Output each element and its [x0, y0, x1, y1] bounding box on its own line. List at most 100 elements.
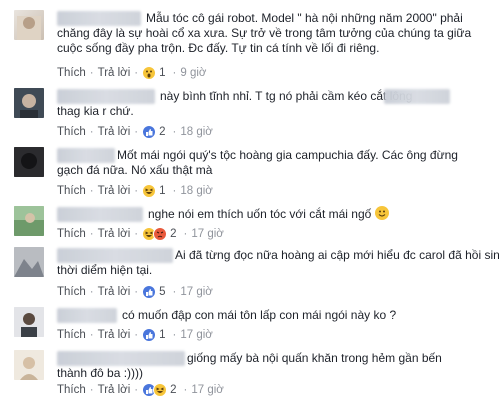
reply-button[interactable]: Trả lời	[98, 383, 131, 397]
comment-actions: Thích · Trả lời · 1 · 9 giờ	[57, 66, 206, 80]
comment-actions: Thích · Trả lời · 2 · 17 giờ	[57, 227, 224, 241]
comment-text: thag kia r chứ.	[57, 104, 134, 118]
avatar[interactable]	[14, 350, 44, 380]
timestamp[interactable]: 17 giờ	[191, 227, 223, 241]
separator: ·	[172, 126, 177, 138]
comment-text: gạch đá nữa. Nó xấu thật mà	[57, 163, 213, 177]
separator: ·	[134, 185, 139, 197]
timestamp[interactable]: 17 giờ	[180, 328, 212, 342]
timestamp[interactable]: 9 giờ	[180, 66, 206, 80]
haha-reaction-icon	[153, 383, 168, 397]
reply-button[interactable]: Trả lời	[98, 66, 131, 80]
separator: ·	[89, 384, 94, 396]
separator: ·	[89, 286, 94, 298]
comment-text: chăng đây là sự hoài cổ xa xưa. Sự trở v…	[57, 26, 472, 40]
comment-text: Ai đã từng đọc nữa hoàng ai cập mới hiểu…	[175, 248, 499, 262]
separator: ·	[134, 228, 139, 240]
reply-button[interactable]: Trả lời	[98, 184, 131, 198]
separator: ·	[89, 67, 94, 79]
timestamp[interactable]: 17 giờ	[191, 383, 223, 397]
reaction-count: 2	[170, 384, 177, 396]
separator: ·	[89, 329, 94, 341]
separator: ·	[183, 384, 188, 396]
author-name-blurred[interactable]	[57, 11, 141, 26]
reaction-summary[interactable]: 2	[142, 227, 177, 241]
tagged-name-blurred[interactable]	[384, 89, 450, 104]
reaction-summary[interactable]: 2	[142, 125, 166, 139]
like-button[interactable]: Thích	[57, 125, 86, 139]
separator: ·	[89, 185, 94, 197]
reaction-count: 1	[159, 329, 166, 341]
reply-button[interactable]: Trả lời	[98, 328, 131, 342]
reaction-summary[interactable]: 1	[142, 184, 166, 198]
reaction-count: 1	[159, 185, 166, 197]
separator: ·	[183, 228, 188, 240]
separator: ·	[172, 67, 177, 79]
author-name-blurred[interactable]	[57, 89, 155, 104]
avatar[interactable]	[14, 206, 44, 236]
comment-text: có muốn đập con mái tôn lấp con mái ngói…	[122, 308, 397, 322]
separator: ·	[89, 126, 94, 138]
author-name-blurred[interactable]	[57, 207, 143, 222]
reaction-summary[interactable]: 2	[142, 383, 177, 397]
author-name-blurred[interactable]	[57, 351, 185, 366]
reply-button[interactable]: Trả lời	[98, 227, 131, 241]
avatar[interactable]	[14, 307, 44, 337]
separator: ·	[134, 329, 139, 341]
comment-text: Mẫu tóc cô gái robot. Model " hà nội nhữ…	[146, 11, 463, 25]
separator: ·	[134, 126, 139, 138]
haha-reaction-icon	[142, 184, 157, 198]
separator: ·	[134, 286, 139, 298]
reaction-summary[interactable]: 1	[142, 66, 166, 80]
angry-reaction-icon	[153, 227, 168, 241]
author-name-blurred[interactable]	[57, 148, 115, 163]
reaction-count: 5	[159, 286, 166, 298]
reply-button[interactable]: Trả lời	[98, 125, 131, 139]
wow-reaction-icon	[142, 66, 157, 80]
separator: ·	[172, 286, 177, 298]
comment-actions: Thích · Trả lời · 2 · 18 giờ	[57, 125, 213, 139]
avatar[interactable]	[14, 247, 44, 277]
comment-text: thành đô ba :))))	[57, 366, 144, 380]
comment-text: này bình tĩnh nhỉ. T tg nó phải cầm kéo …	[160, 89, 413, 103]
comment-text: giống mấy bà nội quấn khăn trong hẻm gần…	[187, 351, 442, 365]
reply-button[interactable]: Trả lời	[98, 285, 131, 299]
reaction-count: 2	[170, 228, 177, 240]
comment-actions: Thích · Trả lời · 5 · 17 giờ	[57, 285, 213, 299]
comment-actions: Thích · Trả lời · 1 · 18 giờ	[57, 184, 213, 198]
like-reaction-icon	[142, 328, 157, 342]
like-button[interactable]: Thích	[57, 328, 86, 342]
reaction-summary[interactable]: 1	[142, 328, 166, 342]
like-button[interactable]: Thích	[57, 66, 86, 80]
like-button[interactable]: Thích	[57, 383, 86, 397]
comment-text: cuộc sống đầy pha trộn. Đc đấy. Tự tin c…	[57, 41, 380, 55]
timestamp[interactable]: 18 giờ	[180, 184, 212, 198]
like-reaction-icon	[142, 285, 157, 299]
reaction-count: 2	[159, 126, 166, 138]
separator: ·	[134, 67, 139, 79]
author-name-blurred[interactable]	[57, 308, 117, 323]
comment-text: Mốt mái ngói quý's tộc hoàng gia campuch…	[117, 148, 458, 162]
like-reaction-icon	[142, 125, 157, 139]
separator: ·	[172, 185, 177, 197]
separator: ·	[134, 384, 139, 396]
reaction-count: 1	[159, 67, 166, 79]
reaction-summary[interactable]: 5	[142, 285, 166, 299]
author-name-blurred[interactable]	[57, 248, 173, 263]
separator: ·	[172, 329, 177, 341]
avatar[interactable]	[14, 147, 44, 177]
avatar[interactable]	[14, 10, 44, 40]
comment-actions: Thích · Trả lời · 1 · 17 giờ	[57, 328, 213, 342]
comment-text: thời diểm hiện tại.	[57, 263, 153, 277]
timestamp[interactable]: 17 giờ	[180, 285, 212, 299]
like-button[interactable]: Thích	[57, 184, 86, 198]
smile-emoji-icon	[374, 206, 389, 220]
comment-text: nghe nói em thích uốn tóc với cắt mái ng…	[148, 206, 389, 222]
timestamp[interactable]: 18 giờ	[180, 125, 212, 139]
avatar[interactable]	[14, 88, 44, 118]
like-button[interactable]: Thích	[57, 285, 86, 299]
comment-text-content: nghe nói em thích uốn tóc với cắt mái ng…	[148, 207, 372, 221]
comment-actions: Thích · Trả lời · 2 · 17 giờ	[57, 383, 224, 397]
separator: ·	[89, 228, 94, 240]
like-button[interactable]: Thích	[57, 227, 86, 241]
